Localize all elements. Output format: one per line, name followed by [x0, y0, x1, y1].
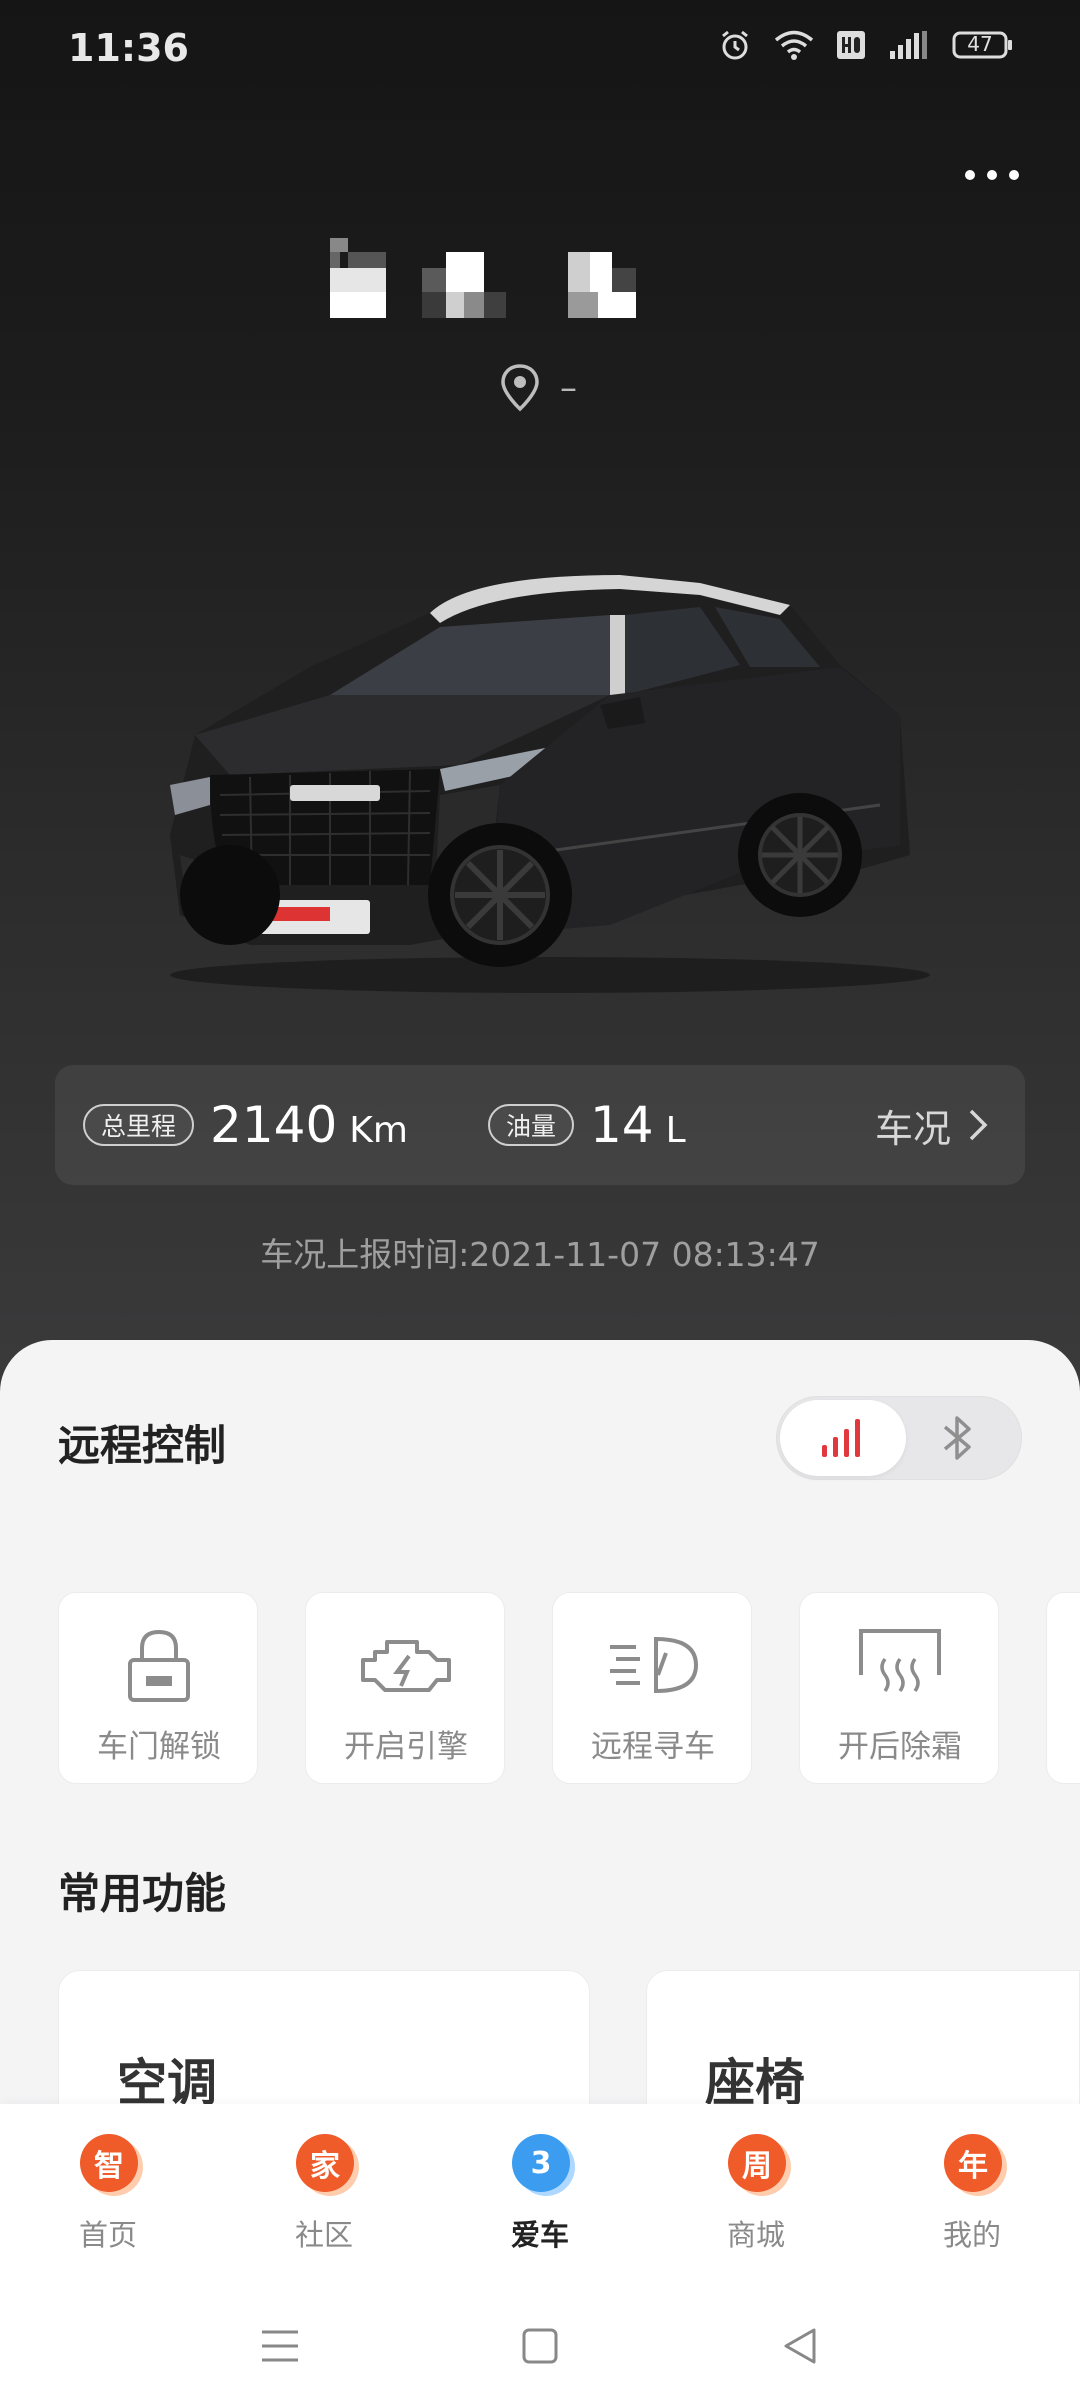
nav-mall[interactable]: 周 商城	[686, 2134, 826, 2254]
find-car-button[interactable]: 远程寻车	[552, 1592, 752, 1784]
mileage-label: 总里程	[83, 1104, 195, 1146]
more-dot	[965, 170, 975, 180]
vehicle-status-label: 车况	[874, 1106, 951, 1151]
bluetooth-mode-option[interactable]	[912, 1396, 1002, 1480]
control-label: 开启引擎	[344, 1729, 468, 1765]
license-plate-obscured	[330, 238, 636, 318]
nav-community[interactable]: 家 社区	[254, 2134, 394, 2254]
square-icon	[522, 2328, 558, 2364]
nav-label: 首页	[78, 2218, 137, 2252]
menu-button[interactable]	[250, 2316, 310, 2376]
connection-mode-toggle[interactable]	[776, 1396, 1022, 1480]
status-icons: 47	[718, 28, 1014, 62]
cellular-mode-option[interactable]	[780, 1400, 906, 1476]
rear-defrost-button[interactable]: 开后除霜	[799, 1592, 999, 1784]
home-badge-icon: 智	[80, 2134, 138, 2192]
engine-icon	[356, 1625, 456, 1705]
nav-label: 商城	[726, 2218, 785, 2252]
engine-start-button[interactable]: 开启引擎	[305, 1592, 505, 1784]
more-control-card[interactable]	[1046, 1592, 1080, 1784]
bottom-navigation: 智 首页 家 社区 3 爱车 周 商城 年 我的	[0, 2104, 1080, 2294]
system-navigation-bar	[0, 2294, 1080, 2400]
home-button[interactable]	[510, 2316, 570, 2376]
fuel-stat: 油量 14 L	[487, 1096, 686, 1154]
more-options-button[interactable]	[952, 150, 1032, 200]
profile-badge-icon: 年	[944, 2134, 1002, 2192]
remote-control-title: 远程控制	[58, 1421, 227, 1470]
chevron-right-icon	[969, 1109, 988, 1141]
bluetooth-icon	[943, 1416, 971, 1460]
more-dot	[987, 170, 997, 180]
fuel-value: 14	[589, 1096, 654, 1154]
rear-defrost-icon	[850, 1625, 950, 1705]
status-report-time: 车况上报时间:2021-11-07 08:13:47	[260, 1235, 820, 1274]
headlight-icon	[603, 1625, 703, 1705]
nav-label: 爱车	[510, 2218, 569, 2252]
battery-level: 47	[967, 32, 992, 56]
vehicle-location[interactable]: –	[500, 364, 577, 412]
back-triangle-icon	[784, 2328, 816, 2364]
control-label: 远程寻车	[591, 1729, 715, 1765]
control-label: 开后除霜	[838, 1729, 962, 1765]
nav-label: 我的	[942, 2218, 1001, 2252]
location-text: –	[560, 368, 577, 408]
nav-home[interactable]: 智 首页	[38, 2134, 178, 2254]
mileage-stat: 总里程 2140 Km	[83, 1096, 408, 1154]
more-dot	[1009, 170, 1019, 180]
my-car-badge-icon: 3	[512, 2134, 570, 2192]
vehicle-stats-panel: 总里程 2140 Km 油量 14 L 车况	[55, 1065, 1025, 1185]
common-functions-title: 常用功能	[58, 1869, 227, 1918]
status-time: 11:36	[68, 26, 189, 70]
remote-control-list: 车门解锁 开启引擎 远程寻车 开后除霜	[58, 1592, 1080, 1788]
vehicle-header: 11:36 47 – 总里程 2140 Km 油量 14 L 车况 车况上报时间…	[0, 0, 1080, 1400]
control-label: 车门解锁	[97, 1729, 221, 1765]
nav-profile[interactable]: 年 我的	[902, 2134, 1042, 2254]
battery-icon: 47	[952, 31, 1012, 59]
signal-icon	[890, 31, 927, 59]
fuel-label: 油量	[487, 1104, 574, 1146]
alarm-icon	[722, 30, 748, 60]
fuel-unit: L	[665, 1109, 686, 1151]
mileage-unit: Km	[349, 1109, 408, 1151]
nav-label: 社区	[294, 2218, 353, 2252]
vehicle-status-link[interactable]: 车况	[875, 1065, 989, 1185]
location-pin-icon	[501, 364, 539, 412]
door-unlock-button[interactable]: 车门解锁	[58, 1592, 258, 1784]
signal-bars-icon	[822, 1419, 860, 1457]
mileage-value: 2140	[210, 1096, 338, 1154]
nav-my-car[interactable]: 3 爱车	[470, 2134, 610, 2254]
menu-icon	[262, 2330, 298, 2362]
lock-icon	[109, 1625, 209, 1705]
status-bar: 11:36 47	[0, 0, 1080, 96]
car-image	[170, 575, 930, 993]
community-badge-icon: 家	[296, 2134, 354, 2192]
back-button[interactable]	[770, 2316, 830, 2376]
mall-badge-icon: 周	[728, 2134, 786, 2192]
hd-icon	[837, 31, 865, 59]
wifi-icon	[774, 30, 814, 60]
